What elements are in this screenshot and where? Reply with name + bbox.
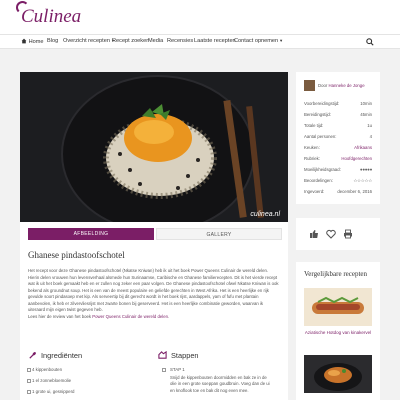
meta-row-difficulty: Moeilijkheidsgraad: ●●●●● [304,167,372,175]
author-text: Door Hanneke de Jonge [318,83,365,88]
review-line: Lees hier de review van het boek Power Q… [28,314,169,319]
similar-recipes-box: Vergelijkbare recepten Aziatische Hotdog… [296,262,380,400]
spoon-icon [29,352,36,359]
nav-laatste-recepten[interactable]: Laatste recepten [194,38,236,44]
similar-heading: Vergelijkbare recepten [304,270,368,278]
meta-row-total: Totale tijd: 1u [304,123,372,131]
actions-box [296,218,380,250]
recipe-photo-image [20,72,288,222]
ingredient-checkbox[interactable] [27,379,31,383]
top-header: Culinea [0,0,400,34]
nav-contact-label: Contact opnemen [234,38,279,44]
thumbs-up-icon[interactable] [309,229,319,239]
meta-row-category: Rubriek: Hoofdgerechten [304,156,372,164]
rating-stars[interactable]: ☆☆☆☆☆ [353,178,372,184]
meta-row-rating: Beoordelingen: ☆☆☆☆☆ [304,178,372,186]
nav-contact-opnemen[interactable]: Contact opnemen▼ [234,38,283,44]
meta-row-date: Ingevoerd: december 6, 2016 [304,189,372,197]
meta-label: Beoordelingen: [304,178,333,183]
meta-value: 10min [360,101,372,106]
avatar[interactable] [304,80,315,91]
photo-watermark: culinea.nl [250,211,280,218]
step-label: STAP 1 [170,367,185,372]
review-suffix: . [167,314,170,319]
meta-value: 1u [367,123,372,128]
recipe-title: Ghanese pindastoofschotel [28,250,125,260]
nav-overzicht-recepten[interactable]: Overzicht recepten▼ [63,38,115,44]
heart-icon[interactable] [326,229,336,239]
meta-value-link[interactable]: Afrikaans [354,145,372,150]
difficulty-dots: ●●●●● [359,167,372,172]
meta-row-servings: Aantal personen: 4 [304,134,372,142]
steps-heading: Stappen [171,351,199,360]
step-text: Snijd de kippenbouten doormidden en bak … [170,375,270,393]
ingredient-item: 1 el zonnebloemolie [32,378,72,383]
meta-label: Rubriek: [304,156,321,161]
meta-label: Keuken: [304,145,320,150]
meta-value: 4 [369,134,372,139]
similar-thumb-2[interactable] [304,355,372,393]
media-tabs: AFBEELDING GALLERY [28,228,282,240]
review-link[interactable]: Power Queens Culinair de wereld delen [92,314,168,319]
author-row: Door Hanneke de Jonge [304,80,374,98]
meta-label: Ingevoerd: [304,189,325,194]
meta-value-link[interactable]: Hoofdgerechten [341,156,372,161]
recipe-photo[interactable]: culinea.nl [20,72,288,222]
author-link[interactable]: Hanneke de Jonge [329,83,365,88]
nav-recensies[interactable]: Recensies [167,38,193,44]
meta-row-cook: Bereidingstijd: 45min [304,112,372,120]
similar-thumb-1-image [304,288,372,326]
ingredient-checkbox[interactable] [27,368,31,372]
site-logo[interactable]: Culinea [16,1,82,28]
similar-thumb-1[interactable] [304,288,372,326]
meta-value: december 6, 2016 [337,189,372,194]
ingredient-item: 4 kippenbouten [32,367,63,372]
meta-label: Aantal personen: [304,134,337,139]
ingredients-heading: Ingrediënten [41,351,83,360]
print-icon[interactable] [343,229,353,239]
meta-row-cuisine: Keuken: Afrikaans [304,145,372,153]
meta-label: Totale tijd: [304,123,324,128]
meta-label: Bereidingstijd: [304,112,331,117]
meta-value: 45min [360,112,372,117]
ingredient-checkbox[interactable] [27,390,31,394]
logo-swirl-icon [16,1,29,14]
recipe-intro: Het recept voor deze Ghanese pindastoofs… [28,268,279,312]
steps-icon [158,351,167,359]
tab-gallery[interactable]: GALLERY [156,228,282,240]
recipe-meta-box: Door Hanneke de Jonge Voorbereidingstijd… [296,72,380,204]
review-prefix: Lees hier de review van het boek [28,314,93,319]
nav-overzicht-label: Overzicht recepten [63,38,110,44]
home-icon [21,38,27,44]
tab-afbeelding[interactable]: AFBEELDING [28,228,154,240]
search-icon[interactable] [366,38,374,46]
ingredient-item: 1 grote ui, gesnipperd [32,389,75,394]
nav-media[interactable]: Media [148,38,163,44]
nav-recept-zoeken[interactable]: Recept zoeken [112,38,149,44]
nav-blog[interactable]: Blog [47,38,58,44]
logo-text: Culinea [21,6,82,27]
similar-thumb-2-image [304,355,372,393]
meta-row-prep: Voorbereidingstijd: 10min [304,101,372,109]
meta-label: Moeilijkheidsgraad: [304,167,341,172]
nav-home-label: Home [28,39,44,45]
similar-caption-1[interactable]: Aziatische Hotdog van kinakervel [304,330,372,336]
chevron-down-icon: ▼ [279,38,284,43]
author-prefix: Door [318,83,329,88]
step-checkbox[interactable] [162,368,166,372]
main-navigation: Home Blog Overzicht recepten▼ Recept zoe… [0,34,400,49]
nav-home[interactable]: Home [21,38,43,45]
meta-label: Voorbereidingstijd: [304,101,340,106]
